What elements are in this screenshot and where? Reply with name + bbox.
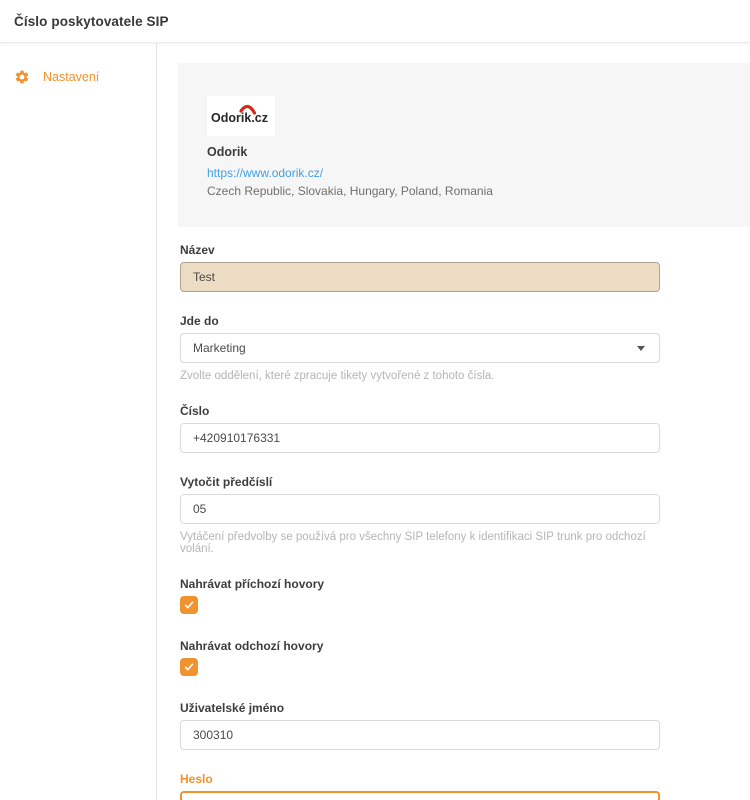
username-input[interactable] (180, 720, 660, 750)
predcisli-label: Vytočit předčíslí (180, 475, 660, 489)
main-content: Odorik.cz Odorik https://www.odorik.cz/ … (157, 42, 750, 800)
predcisli-help-text: Vytáčení předvolby se používá pro všechn… (180, 531, 660, 555)
odorik-logo-icon: Odorik.cz (210, 101, 272, 131)
provider-name: Odorik (207, 145, 730, 159)
check-icon (183, 599, 195, 611)
field-group-record-incoming: Nahrávat příchozí hovory (180, 577, 660, 614)
sidebar-item-label: Nastavení (43, 70, 99, 84)
password-input[interactable] (180, 791, 660, 800)
record-incoming-label: Nahrávat příchozí hovory (180, 577, 660, 591)
gear-icon (14, 69, 30, 85)
check-icon (183, 661, 195, 673)
password-label: Heslo (180, 772, 660, 786)
sidebar-item-settings[interactable]: Nastavení (0, 65, 156, 89)
svg-text:Odorik.cz: Odorik.cz (211, 111, 268, 125)
jde-do-label: Jde do (180, 314, 660, 328)
page-title: Číslo poskytovatele SIP (14, 14, 169, 29)
record-outgoing-checkbox[interactable] (180, 658, 198, 676)
sidebar: Nastavení (0, 42, 157, 800)
page-header: Číslo poskytovatele SIP (0, 0, 750, 42)
provider-logo: Odorik.cz (207, 96, 275, 136)
field-group-jde-do: Jde do Marketing Zvolte oddělení, které … (180, 314, 660, 382)
username-label: Uživatelské jméno (180, 701, 660, 715)
provider-url-link[interactable]: https://www.odorik.cz/ (207, 166, 323, 180)
jde-do-select[interactable]: Marketing (180, 333, 660, 363)
provider-countries: Czech Republic, Slovakia, Hungary, Polan… (207, 184, 730, 198)
cislo-label: Číslo (180, 404, 660, 418)
field-group-cislo: Číslo (180, 404, 660, 453)
caret-down-icon (637, 346, 645, 351)
cislo-input[interactable] (180, 423, 660, 453)
jde-do-help-text: Zvolte oddělení, které zpracuje tikety v… (180, 370, 660, 382)
field-group-predcisli: Vytočit předčíslí Vytáčení předvolby se … (180, 475, 660, 555)
jde-do-selected-value: Marketing (193, 341, 246, 355)
predcisli-input[interactable] (180, 494, 660, 524)
nazev-input[interactable] (180, 262, 660, 292)
field-group-nazev: Název (180, 243, 660, 292)
layout: Nastavení Odorik.cz Odorik https://www.o… (0, 42, 750, 800)
field-group-record-outgoing: Nahrávat odchozí hovory (180, 639, 660, 676)
field-group-username: Uživatelské jméno (180, 701, 660, 750)
record-outgoing-label: Nahrávat odchozí hovory (180, 639, 660, 653)
sip-provider-form: Název Jde do Marketing Zvolte oddělení, … (180, 243, 660, 800)
nazev-label: Název (180, 243, 660, 257)
field-group-password: Heslo (180, 772, 660, 800)
provider-card: Odorik.cz Odorik https://www.odorik.cz/ … (178, 63, 750, 227)
record-incoming-checkbox[interactable] (180, 596, 198, 614)
